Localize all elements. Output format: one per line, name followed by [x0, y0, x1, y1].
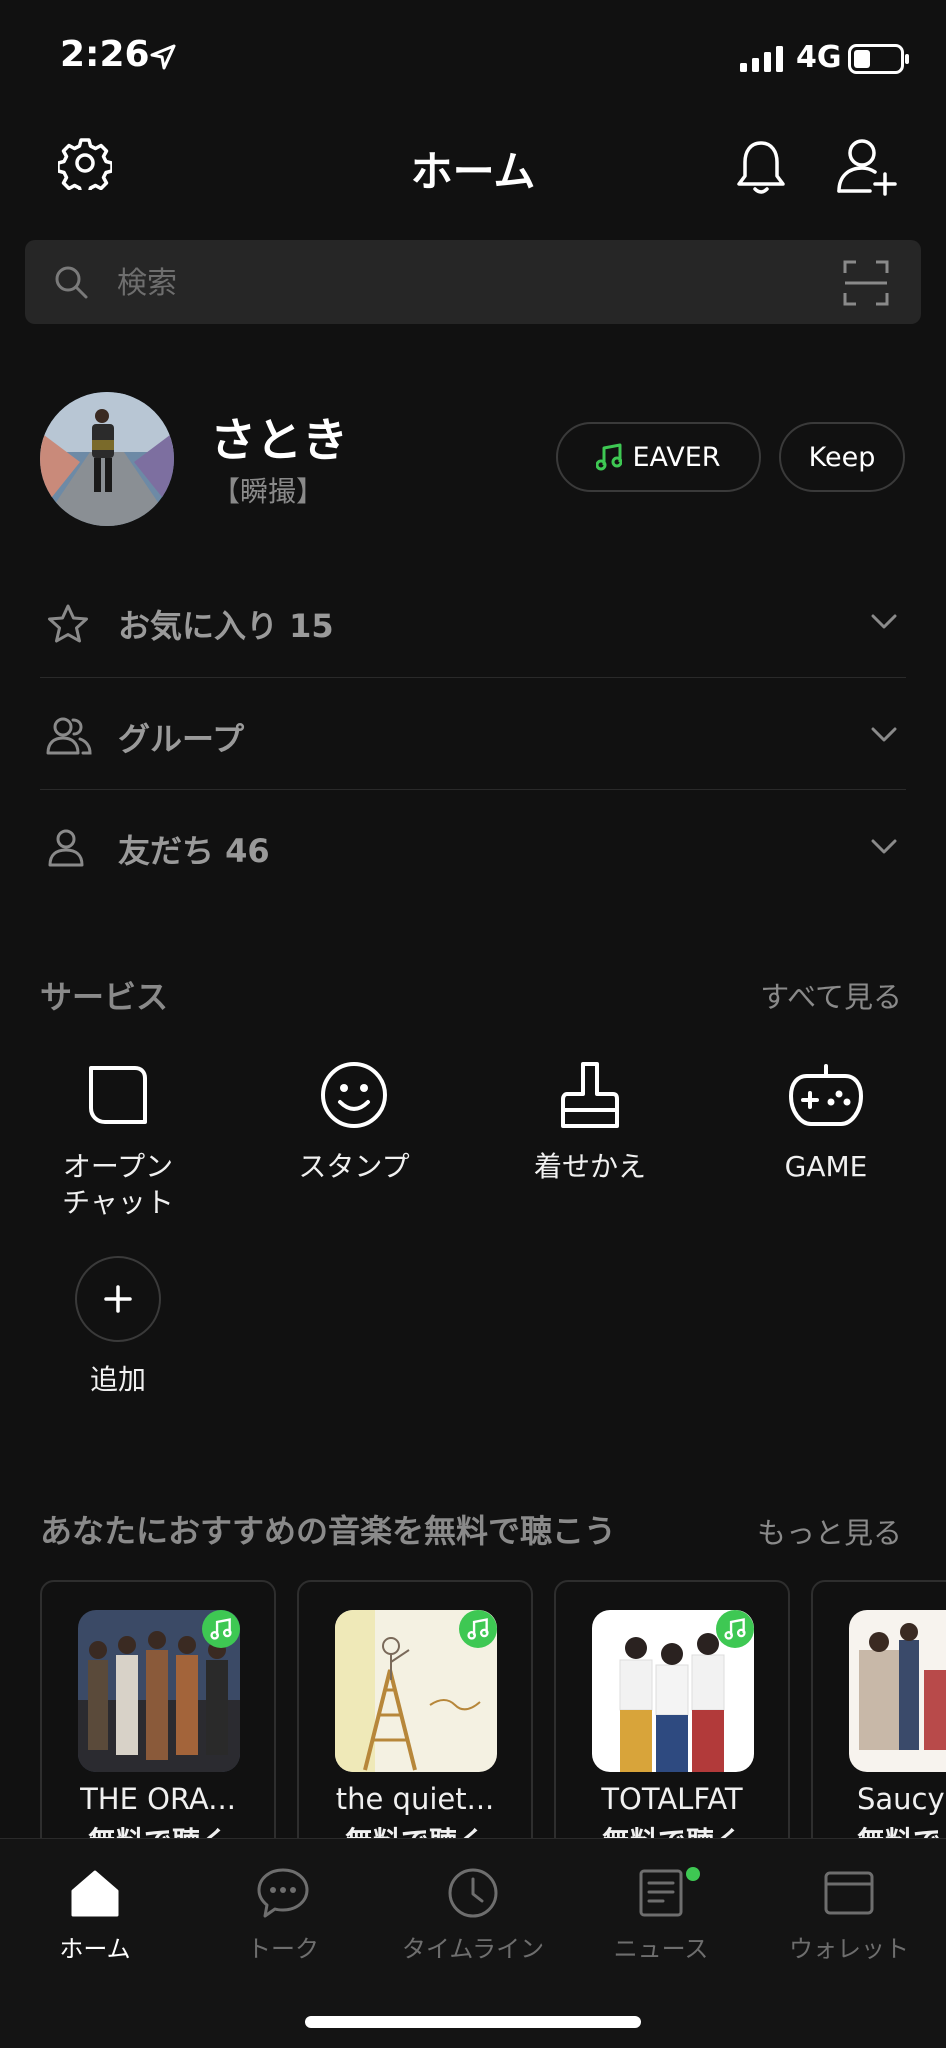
service-label: 追加: [89, 1363, 146, 1396]
services-title: サービス: [40, 978, 169, 1016]
friends-label: 友だち 46: [118, 832, 270, 870]
notification-bell-icon[interactable]: [734, 138, 788, 196]
music-card[interactable]: the quiet... 無料で聴く: [297, 1580, 533, 1880]
qr-scan-icon[interactable]: [843, 260, 889, 306]
profile-music-button[interactable]: EAVER: [556, 422, 761, 492]
music-card-title: THE ORA...: [80, 1782, 236, 1816]
theme-brush-icon: [561, 1062, 619, 1128]
music-card[interactable]: Saucy 無料で: [811, 1580, 946, 1880]
tab-chat[interactable]: トーク: [188, 1863, 378, 1964]
clock-icon: [448, 1868, 498, 1918]
service-open-chat[interactable]: オープン チャット: [18, 1055, 218, 1221]
chevron-down-icon: [871, 614, 897, 629]
network-type: 4G: [796, 40, 842, 75]
game-controller-icon: [789, 1064, 863, 1126]
tab-label: タイムライン: [401, 1935, 545, 1963]
home-indicator[interactable]: [305, 2016, 641, 2028]
avatar-photo: [40, 392, 174, 526]
battery-icon: [848, 44, 909, 74]
music-note-icon: [210, 1618, 232, 1640]
profile-name[interactable]: さとき: [210, 404, 348, 470]
service-sticker[interactable]: スタンプ: [254, 1055, 454, 1185]
profile-status-message: 【瞬撮】: [212, 475, 325, 508]
music-see-more-link[interactable]: もっと見る: [757, 1510, 902, 1552]
services-see-all-link[interactable]: すべて見る: [760, 974, 902, 1016]
plus-icon: [104, 1285, 132, 1313]
group-icon: [46, 717, 92, 755]
status-time: 2:26: [60, 34, 150, 75]
tab-label: トーク: [247, 1935, 319, 1963]
groups-label: グループ: [118, 720, 245, 758]
album-art: [849, 1610, 946, 1772]
tab-wallet[interactable]: ウォレット: [754, 1863, 944, 1964]
music-badge: [459, 1610, 497, 1648]
chevron-down-icon: [871, 727, 897, 742]
favorites-section[interactable]: お気に入り 15: [40, 565, 906, 677]
chevron-down-icon: [871, 839, 897, 854]
wallet-icon: [824, 1871, 874, 1915]
home-icon: [71, 1870, 119, 1917]
music-badge: [716, 1610, 754, 1648]
music-card-title: Saucy: [857, 1782, 945, 1816]
music-card-title: the quiet...: [335, 1782, 495, 1816]
favorites-label: お気に入り 15: [118, 607, 334, 645]
tab-home[interactable]: ホーム: [0, 1863, 190, 1964]
search-bar[interactable]: [25, 240, 921, 324]
signal-icon: [740, 46, 783, 72]
page-title: ホーム: [410, 147, 536, 196]
keep-button[interactable]: Keep: [779, 422, 905, 492]
service-game[interactable]: GAME: [726, 1055, 926, 1185]
music-card-title: TOTALFAT: [601, 1782, 743, 1816]
music-badge: [202, 1610, 240, 1648]
add-service-button[interactable]: [75, 1256, 161, 1342]
service-label: スタンプ: [298, 1150, 410, 1183]
service-theme[interactable]: 着せかえ: [490, 1055, 690, 1185]
music-card[interactable]: THE ORA... 無料で聴く: [40, 1580, 276, 1880]
chat-bubble-icon: [257, 1868, 309, 1918]
tab-news[interactable]: ニュース: [566, 1863, 756, 1964]
service-add[interactable]: 追加: [18, 1256, 218, 1398]
open-chat-icon: [89, 1066, 147, 1124]
music-card[interactable]: TOTALFAT 無料で聴く: [554, 1580, 790, 1880]
search-input[interactable]: [115, 260, 719, 306]
tab-label: ホーム: [59, 1935, 131, 1963]
news-unread-dot: [686, 1867, 700, 1881]
tab-timeline[interactable]: タイムライン: [378, 1863, 568, 1964]
keep-label: Keep: [808, 441, 876, 473]
groups-section[interactable]: グループ: [40, 678, 906, 790]
music-note-icon: [467, 1618, 489, 1640]
service-label: オープン チャット: [62, 1150, 174, 1219]
music-note-icon: [596, 443, 623, 471]
avatar[interactable]: [40, 392, 174, 526]
add-friend-icon[interactable]: [836, 136, 898, 196]
friends-section[interactable]: 友だち 46: [40, 790, 906, 902]
sticker-smile-icon: [321, 1062, 387, 1128]
tab-label: ニュース: [613, 1935, 709, 1963]
location-arrow-icon: [150, 44, 176, 70]
search-icon: [55, 266, 88, 299]
news-icon: [639, 1869, 683, 1917]
home-screen: 2:26 4G ホーム 検索 さとき 【瞬撮】 EAVER Keep お気に入り…: [0, 0, 946, 2048]
service-label: GAME: [784, 1150, 868, 1183]
person-icon: [48, 829, 84, 867]
music-section-title: あなたにおすすめの音楽を無料で聴こう: [40, 1512, 617, 1550]
service-label: 着せかえ: [533, 1150, 646, 1183]
music-note-icon: [724, 1618, 746, 1640]
star-icon: [48, 604, 88, 643]
tab-label: ウォレット: [789, 1935, 909, 1963]
music-label: EAVER: [632, 441, 721, 473]
